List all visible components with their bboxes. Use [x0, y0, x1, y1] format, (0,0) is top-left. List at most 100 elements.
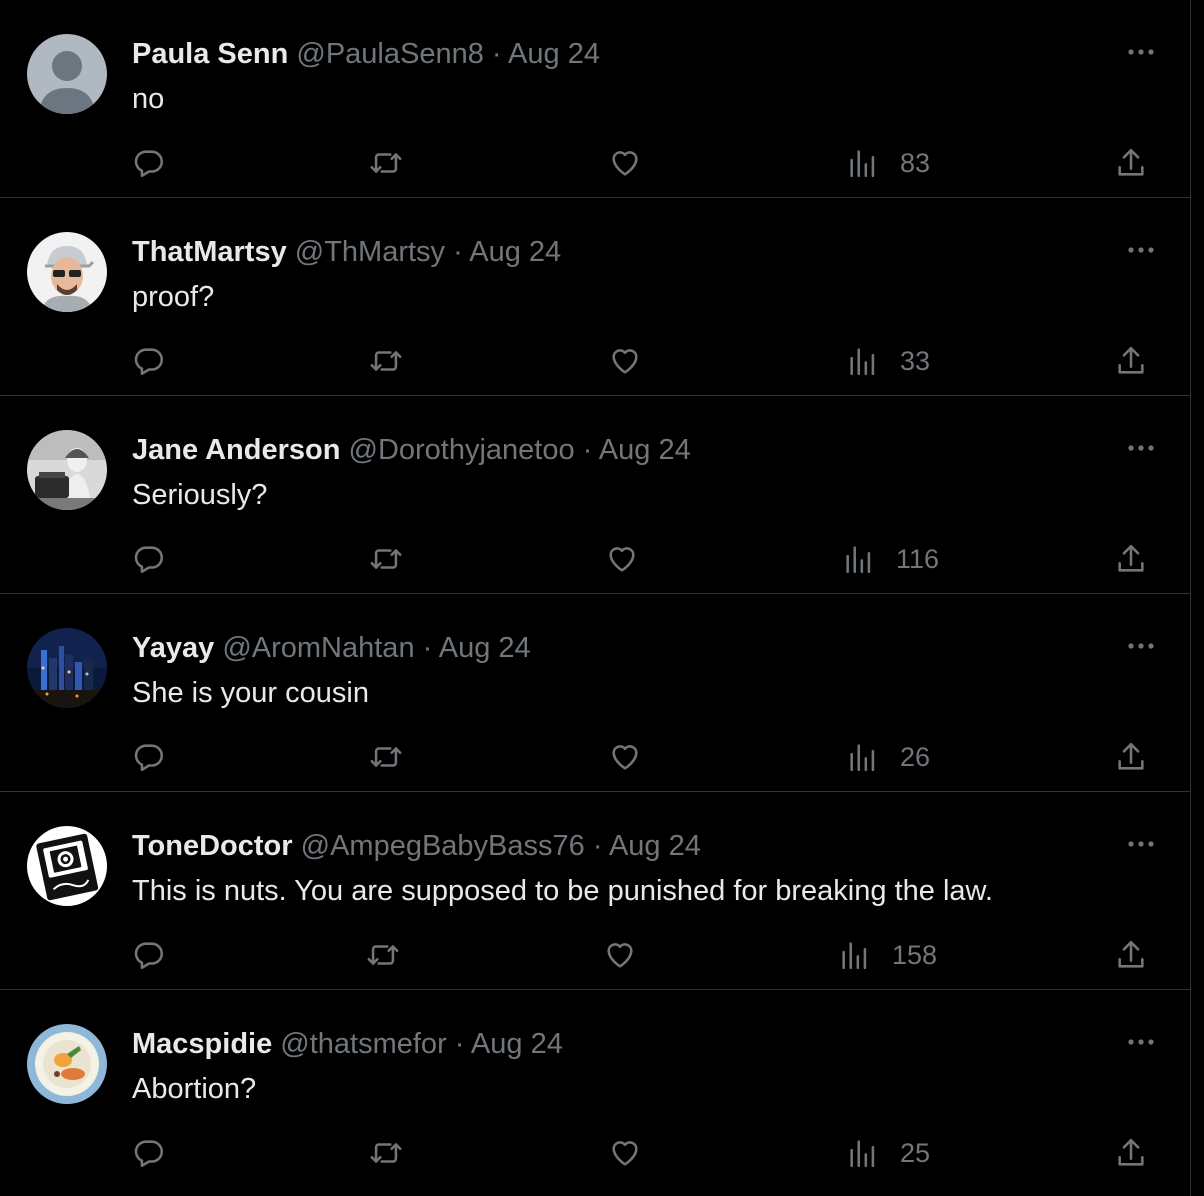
more-icon[interactable] — [1123, 238, 1159, 262]
author-name[interactable]: ThatMartsy — [132, 236, 287, 268]
like-icon — [608, 146, 642, 180]
tweet-text: She is your cousin — [132, 677, 369, 709]
tweet[interactable]: Yayay @AromNahtan · Aug 24 She is your c… — [0, 594, 1190, 792]
action-bar: 25 — [0, 1133, 1190, 1173]
action-bar: 26 — [0, 737, 1190, 777]
tweet-date[interactable]: Aug 24 — [439, 632, 531, 664]
tweet-date[interactable]: Aug 24 — [471, 1028, 563, 1060]
tweet[interactable]: ToneDoctor @AmpegBabyBass76 · Aug 24 Thi… — [0, 792, 1190, 990]
tweet-date[interactable]: Aug 24 — [609, 830, 701, 862]
share-button[interactable] — [1114, 143, 1148, 183]
author-name[interactable]: Jane Anderson — [132, 434, 340, 466]
reply-button[interactable] — [132, 1133, 166, 1173]
like-button[interactable] — [603, 935, 637, 975]
retweet-button[interactable] — [369, 1133, 403, 1173]
author-name[interactable]: Paula Senn — [132, 38, 288, 70]
reply-icon — [132, 1136, 166, 1170]
views-button[interactable]: 158 — [838, 935, 937, 975]
reply-button[interactable] — [132, 539, 166, 579]
views-count: 25 — [900, 1137, 931, 1168]
like-icon — [608, 344, 642, 378]
author-name[interactable]: Yayay — [132, 632, 214, 664]
author-handle[interactable]: @thatsmefor — [280, 1028, 446, 1060]
avatar[interactable] — [27, 430, 107, 510]
reply-icon — [132, 344, 166, 378]
like-button[interactable] — [605, 539, 639, 579]
tweet-date[interactable]: Aug 24 — [508, 38, 600, 70]
views-button[interactable]: 25 — [846, 1133, 930, 1173]
tweet-text: Abortion? — [132, 1073, 257, 1105]
share-button[interactable] — [1114, 1133, 1148, 1173]
author-handle[interactable]: @ThMartsy — [295, 236, 445, 268]
reply-button[interactable] — [132, 935, 166, 975]
reply-icon — [132, 542, 166, 576]
views-button[interactable]: 83 — [846, 143, 930, 183]
more-icon[interactable] — [1123, 1030, 1159, 1054]
avatar[interactable] — [27, 826, 107, 906]
views-button[interactable]: 26 — [846, 737, 930, 777]
like-button[interactable] — [608, 1133, 642, 1173]
retweet-button[interactable] — [369, 737, 403, 777]
like-button[interactable] — [608, 341, 642, 381]
avatar[interactable] — [27, 628, 107, 708]
tweet[interactable]: Paula Senn @PaulaSenn8 · Aug 24 no 83 — [0, 0, 1190, 198]
retweet-button[interactable] — [369, 341, 403, 381]
views-icon — [838, 938, 872, 972]
retweet-icon — [369, 1136, 403, 1170]
reply-button[interactable] — [132, 341, 166, 381]
author-name[interactable]: ToneDoctor — [132, 830, 293, 862]
views-button[interactable]: 33 — [846, 341, 930, 381]
retweet-button[interactable] — [369, 539, 403, 579]
like-icon — [605, 542, 639, 576]
more-icon[interactable] — [1123, 832, 1159, 856]
retweet-button[interactable] — [369, 143, 403, 183]
tweet[interactable]: Jane Anderson @Dorothyjanetoo · Aug 24 S… — [0, 396, 1190, 594]
tweet[interactable]: Macspidie @thatsmefor · Aug 24 Abortion?… — [0, 990, 1190, 1187]
views-icon — [846, 1136, 880, 1170]
author-handle[interactable]: @PaulaSenn8 — [296, 38, 483, 70]
share-icon — [1114, 542, 1148, 576]
retweet-icon — [369, 146, 403, 180]
share-button[interactable] — [1114, 341, 1148, 381]
avatar[interactable] — [27, 232, 107, 312]
views-button[interactable]: 116 — [842, 539, 939, 579]
tweet-header: ThatMartsy @ThMartsy · Aug 24 — [132, 234, 561, 270]
like-icon — [608, 740, 642, 774]
tweet-text: Seriously? — [132, 479, 268, 511]
more-icon[interactable] — [1123, 40, 1159, 64]
share-icon — [1114, 146, 1148, 180]
separator: · — [574, 434, 599, 466]
retweet-button[interactable] — [366, 935, 400, 975]
views-icon — [846, 344, 880, 378]
share-icon — [1114, 1136, 1148, 1170]
separator: · — [414, 632, 439, 664]
share-icon — [1114, 938, 1148, 972]
share-button[interactable] — [1114, 737, 1148, 777]
retweet-icon — [366, 938, 400, 972]
more-icon[interactable] — [1123, 436, 1159, 460]
like-button[interactable] — [608, 143, 642, 183]
tweet-date[interactable]: Aug 24 — [599, 434, 691, 466]
share-button[interactable] — [1114, 539, 1148, 579]
share-icon — [1114, 344, 1148, 378]
retweet-icon — [369, 740, 403, 774]
separator: · — [445, 236, 470, 268]
reply-button[interactable] — [132, 143, 166, 183]
author-name[interactable]: Macspidie — [132, 1028, 272, 1060]
tweet-date[interactable]: Aug 24 — [469, 236, 561, 268]
tweet-text: no — [132, 83, 165, 115]
separator: · — [584, 830, 609, 862]
tweet[interactable]: ThatMartsy @ThMartsy · Aug 24 proof? 33 — [0, 198, 1190, 396]
tweet-header: Macspidie @thatsmefor · Aug 24 — [132, 1026, 563, 1062]
like-icon — [603, 938, 637, 972]
like-button[interactable] — [608, 737, 642, 777]
reply-button[interactable] — [132, 737, 166, 777]
tweet-header: Jane Anderson @Dorothyjanetoo · Aug 24 — [132, 432, 691, 468]
author-handle[interactable]: @AromNahtan — [222, 632, 414, 664]
author-handle[interactable]: @Dorothyjanetoo — [349, 434, 575, 466]
avatar[interactable] — [27, 1024, 107, 1104]
author-handle[interactable]: @AmpegBabyBass76 — [301, 830, 585, 862]
avatar[interactable] — [27, 34, 107, 114]
more-icon[interactable] — [1123, 634, 1159, 658]
share-button[interactable] — [1114, 935, 1148, 975]
